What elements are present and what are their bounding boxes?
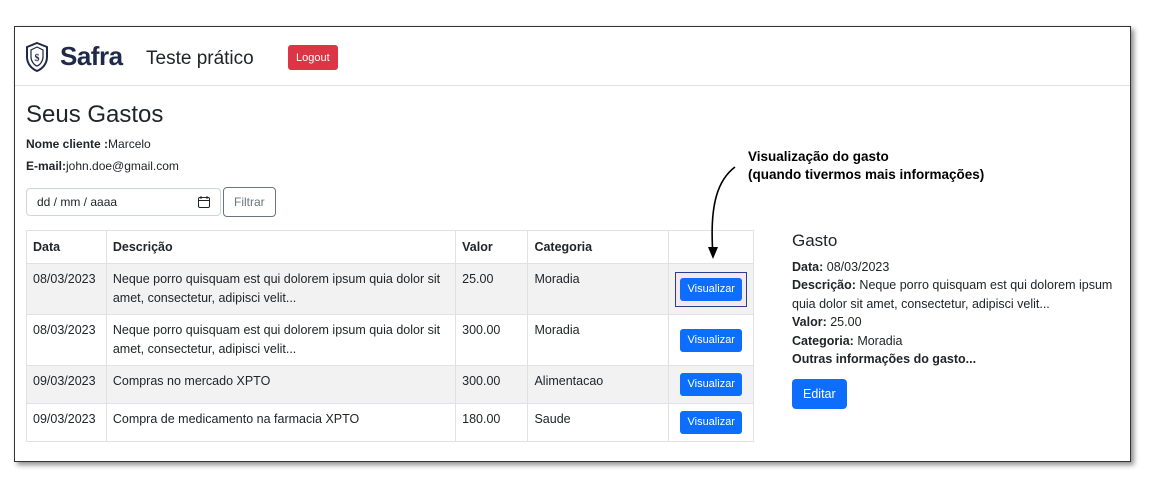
detail-data-value: 08/03/2023 xyxy=(826,259,890,274)
calendar-icon[interactable] xyxy=(198,196,210,208)
cell-action: Visualizar xyxy=(668,365,754,404)
brand-name[interactable]: Safra xyxy=(60,41,123,72)
expense-detail-panel: Gasto Data: 08/03/2023 Descrição: Neque … xyxy=(792,231,1122,409)
filter-button[interactable]: Filtrar xyxy=(223,187,276,217)
visualizar-button[interactable]: Visualizar xyxy=(680,411,742,434)
cell-action: Visualizar xyxy=(668,314,754,366)
app-window: $ Safra Teste prático Logout Seus Gastos… xyxy=(14,26,1131,462)
detail-categoria-value: Moradia xyxy=(857,333,903,348)
detail-data-label: Data: xyxy=(792,259,824,274)
table-header-row: Data Descrição Valor Categoria xyxy=(26,230,754,264)
detail-valor-line: Valor: 25.00 xyxy=(792,313,1122,332)
cell-descricao: Neque porro quisquam est qui dolorem ips… xyxy=(105,263,457,315)
annotation-callout: Visualização do gasto (quando tivermos m… xyxy=(748,148,984,184)
annotation-line-2: (quando tivermos mais informações) xyxy=(748,167,985,182)
visualizar-button[interactable]: Visualizar xyxy=(680,328,742,352)
navbar: $ Safra Teste prático Logout xyxy=(15,27,1130,86)
client-email-value: john.doe@gmail.com xyxy=(66,159,179,173)
cell-categoria: Moradia xyxy=(527,263,670,315)
client-name-value: Marcelo xyxy=(108,137,151,151)
cell-descricao: Neque porro quisquam est qui dolorem ips… xyxy=(105,314,457,366)
header-data: Data xyxy=(26,230,107,264)
detail-desc-line: Descrição: Neque porro quisquam est qui … xyxy=(792,276,1122,313)
visualizar-button[interactable]: Visualizar xyxy=(680,277,742,301)
client-email-line: E-mail:john.doe@gmail.com xyxy=(26,159,179,173)
table-row: 09/03/2023 Compras no mercado XPTO 300.0… xyxy=(26,365,754,404)
highlight-box: Visualizar xyxy=(675,271,747,307)
cell-data: 08/03/2023 xyxy=(26,314,107,366)
nav-title: Teste prático xyxy=(146,48,254,69)
cell-categoria: Saude xyxy=(527,403,670,442)
detail-title: Gasto xyxy=(792,231,838,250)
svg-text:$: $ xyxy=(35,53,40,64)
header-categoria: Categoria xyxy=(527,230,670,264)
detail-valor-value: 25.00 xyxy=(830,315,862,329)
cell-valor: 25.00 xyxy=(455,263,529,315)
annotation-line-1: Visualização do gasto xyxy=(748,149,889,164)
table-row: 09/03/2023 Compra de medicamento na farm… xyxy=(26,403,754,442)
logout-button[interactable]: Logout xyxy=(288,45,338,70)
detail-outras: Outras informações do gasto... xyxy=(792,352,977,366)
cell-descricao: Compra de medicamento na farmacia XPTO xyxy=(105,403,457,442)
client-name-label: Nome cliente : xyxy=(26,137,109,151)
annotation-arrow-icon xyxy=(708,166,736,259)
cell-data: 09/03/2023 xyxy=(26,403,107,442)
cell-data: 09/03/2023 xyxy=(26,365,107,404)
safra-logo-icon: $ xyxy=(26,42,48,72)
date-filter-input[interactable]: dd / mm / aaaa xyxy=(26,188,221,216)
expenses-table: Data Descrição Valor Categoria 08/03/202… xyxy=(26,230,754,442)
cell-valor: 300.00 xyxy=(455,365,529,404)
detail-data-line: Data: 08/03/2023 xyxy=(792,258,1122,277)
header-descricao: Descrição xyxy=(105,230,457,264)
cell-data: 08/03/2023 xyxy=(26,263,107,315)
client-name-line: Nome cliente :Marcelo xyxy=(26,137,151,151)
table-row: 08/03/2023 Neque porro quisquam est qui … xyxy=(26,263,754,315)
cell-categoria: Moradia xyxy=(527,314,670,366)
header-valor: Valor xyxy=(455,230,529,264)
detail-categoria-line: Categoria: Moradia xyxy=(792,332,1122,351)
detail-valor-label: Valor: xyxy=(792,315,827,329)
date-placeholder: dd / mm / aaaa xyxy=(37,195,118,209)
cell-valor: 180.00 xyxy=(455,403,529,442)
page-title: Seus Gastos xyxy=(26,101,164,128)
cell-valor: 300.00 xyxy=(455,314,529,366)
cell-categoria: Alimentacao xyxy=(527,365,670,404)
visualizar-button[interactable]: Visualizar xyxy=(680,373,742,396)
cell-descricao: Compras no mercado XPTO xyxy=(105,365,457,404)
detail-categoria-label: Categoria: xyxy=(792,333,854,348)
edit-button[interactable]: Editar xyxy=(792,378,847,409)
client-email-label: E-mail: xyxy=(26,159,67,173)
detail-outras-line: Outras informações do gasto... xyxy=(792,350,1122,369)
detail-desc-label: Descrição: xyxy=(792,278,856,292)
cell-action: Visualizar xyxy=(668,403,754,442)
cell-action: Visualizar xyxy=(668,263,754,315)
table-row: 08/03/2023 Neque porro quisquam est qui … xyxy=(26,314,754,366)
